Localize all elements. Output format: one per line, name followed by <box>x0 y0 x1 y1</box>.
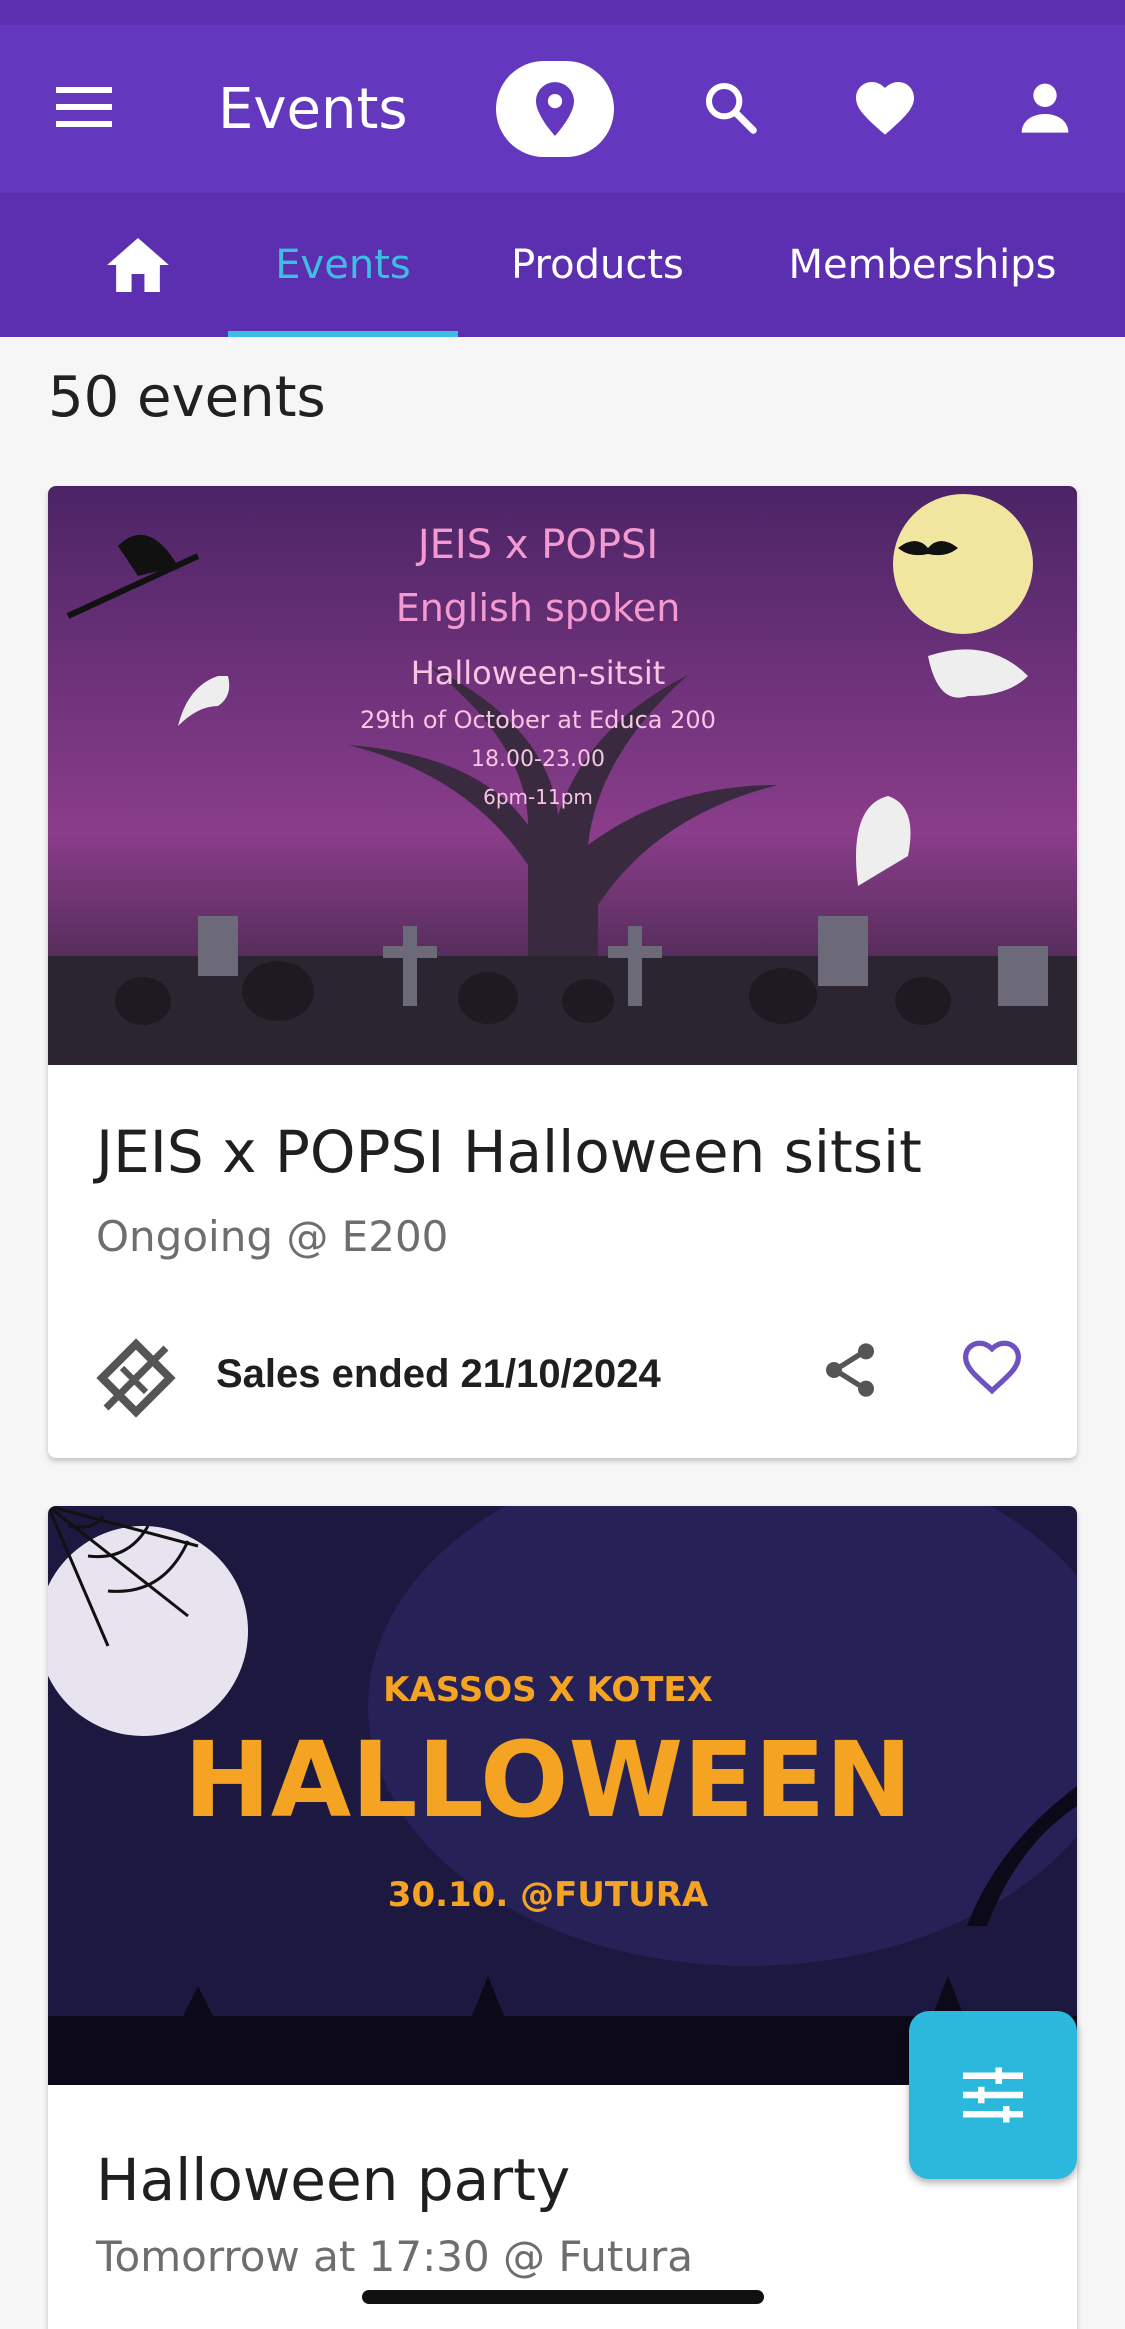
share-icon[interactable] <box>818 1338 898 1418</box>
filter-sliders-icon <box>963 2067 1023 2123</box>
app-bar: Events <box>0 25 1125 193</box>
event-banner-image: JEIS x POPSI English spoken Halloween-si… <box>48 486 1077 1065</box>
heart-icon[interactable] <box>845 67 925 147</box>
banner-text: HALLOWEEN <box>184 1719 913 1841</box>
tab-events[interactable]: Events <box>228 193 458 337</box>
banner-text: 30.10. @FUTURA <box>388 1875 709 1915</box>
location-button[interactable] <box>496 61 614 157</box>
event-subtitle: Tomorrow at 17:30 @ Futura <box>96 2232 693 2281</box>
status-bar <box>0 0 1125 25</box>
banner-text: 6pm-11pm <box>483 785 593 809</box>
sales-status: Sales ended 21/10/2024 <box>216 1352 661 1396</box>
event-subtitle: Ongoing @ E200 <box>96 1212 449 1261</box>
banner-text: Halloween-sitsit <box>411 654 666 692</box>
event-card[interactable]: JEIS x POPSI English spoken Halloween-si… <box>48 486 1077 1458</box>
banner-text: 18.00-23.00 <box>471 747 605 772</box>
location-pin-icon <box>536 82 574 136</box>
event-title: JEIS x POPSI Halloween sitsit <box>96 1118 922 1186</box>
tab-products[interactable]: Products <box>490 193 705 337</box>
tab-memberships[interactable]: Memberships <box>770 193 1075 337</box>
event-title: Halloween party <box>96 2146 571 2214</box>
event-card[interactable]: KASSOS X KOTEX HALLOWEEN 30.10. @FUTURA … <box>48 1506 1077 2329</box>
banner-text: JEIS x POPSI <box>415 522 658 568</box>
person-icon[interactable] <box>1005 67 1085 147</box>
event-banner-image: KASSOS X KOTEX HALLOWEEN 30.10. @FUTURA <box>48 1506 1077 2085</box>
menu-icon[interactable] <box>48 77 120 137</box>
banner-text: English spoken <box>396 586 681 630</box>
page-title: Events <box>218 77 408 142</box>
tab-bar: Events Products Memberships <box>0 193 1125 337</box>
event-count: 50 events <box>48 365 326 430</box>
filter-button[interactable] <box>909 2011 1077 2179</box>
favorite-heart-icon[interactable] <box>960 1338 1040 1418</box>
banner-text: 29th of October at Educa 200 <box>360 706 716 734</box>
banner-text: KASSOS X KOTEX <box>383 1670 713 1710</box>
tab-home[interactable] <box>88 193 188 337</box>
ticket-off-icon <box>96 1338 176 1418</box>
search-icon[interactable] <box>690 67 770 147</box>
home-icon <box>107 238 169 292</box>
home-indicator <box>362 2290 764 2304</box>
